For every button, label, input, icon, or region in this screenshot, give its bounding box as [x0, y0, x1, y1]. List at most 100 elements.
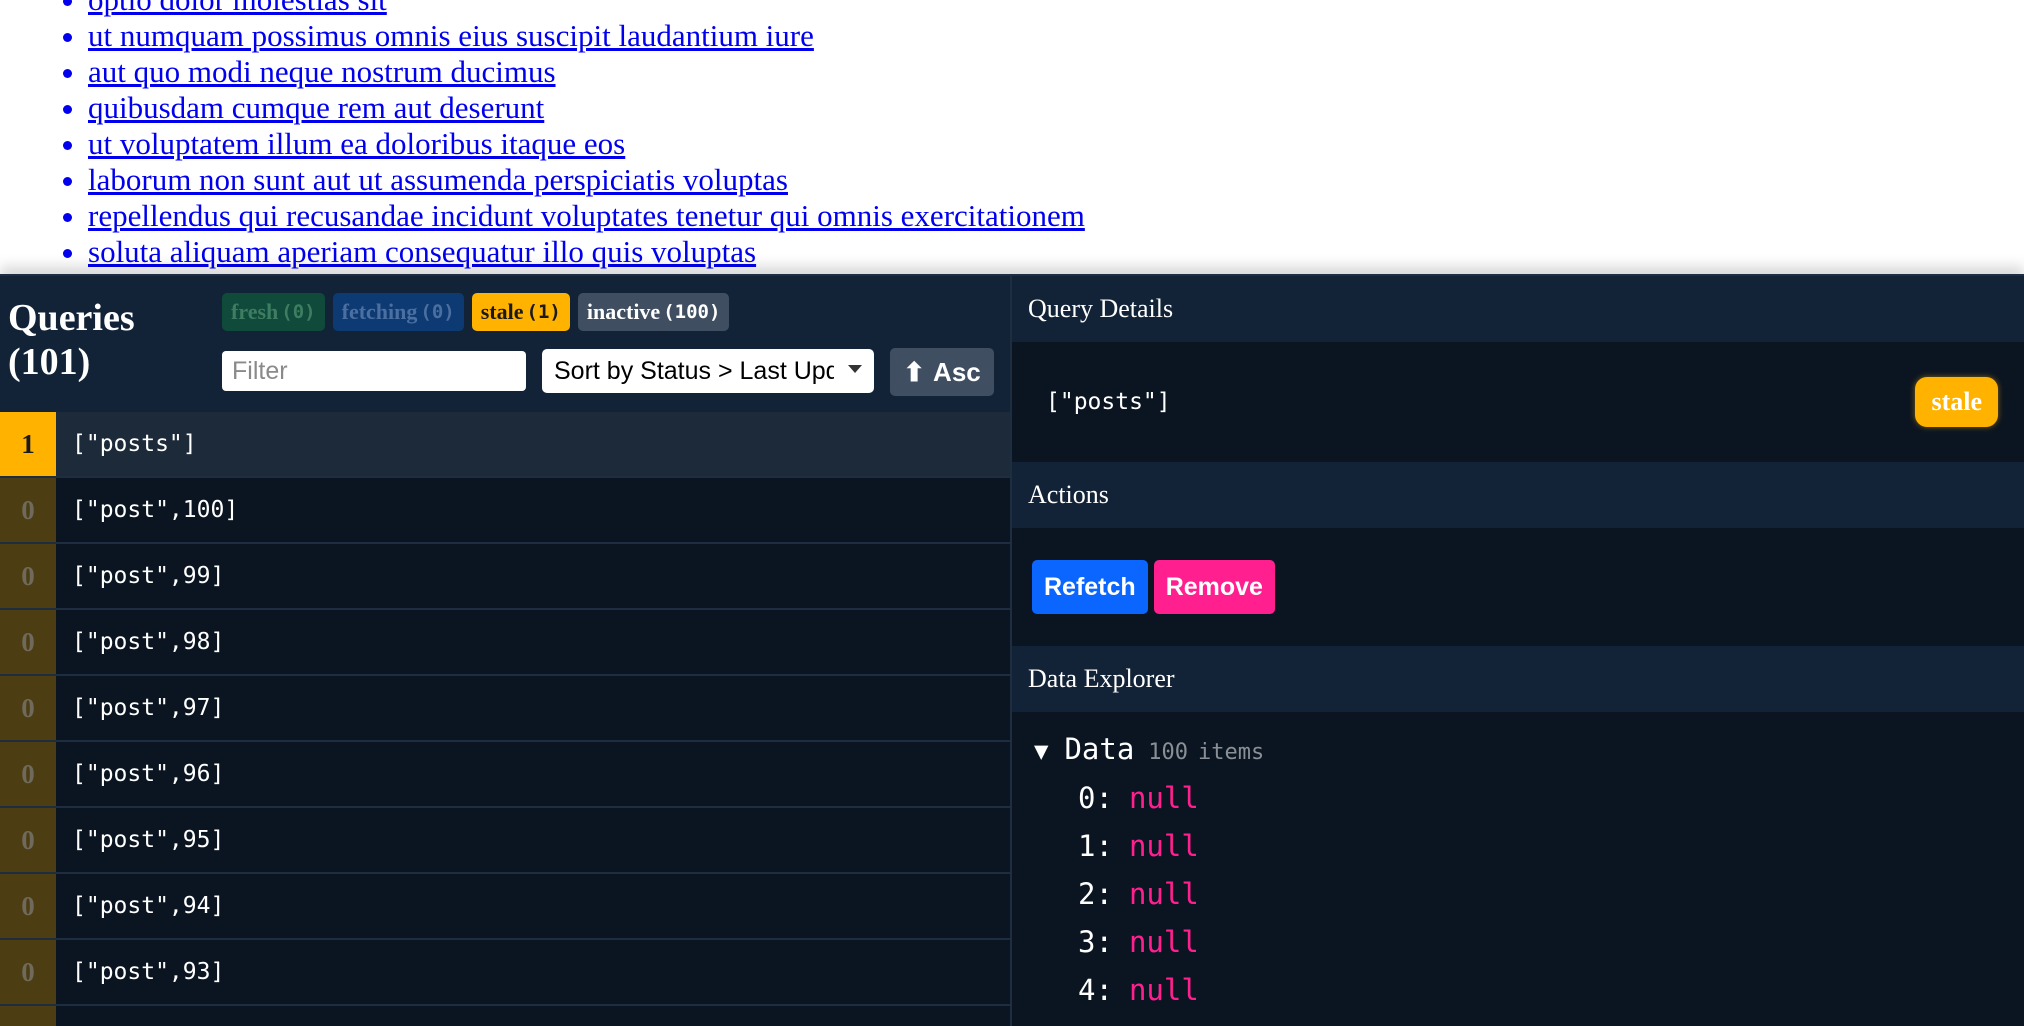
observer-count: 0 [0, 742, 56, 806]
post-link[interactable]: ut numquam possimus omnis eius suscipit … [88, 18, 814, 53]
query-details-header: Query Details [1012, 276, 2024, 342]
observer-count: 0 [0, 610, 56, 674]
observer-count: 0 [0, 676, 56, 740]
data-entry-key: 3 [1078, 925, 1113, 959]
data-item-count: 100 [1148, 740, 1189, 765]
query-row[interactable]: 0 ["post",99] [0, 544, 1010, 610]
data-entry-value: null [1128, 829, 1199, 863]
inactive-pill-count: 100 [663, 301, 720, 323]
query-key: ["post",100] [72, 497, 239, 523]
query-row[interactable]: 0 ["post",95] [0, 808, 1010, 874]
triangle-down-icon: ▼ [1034, 737, 1049, 765]
chevron-down-icon [848, 365, 862, 373]
query-row[interactable]: 0 ["post",93] [0, 940, 1010, 1006]
stale-pill-label: stale [480, 299, 524, 324]
fresh-pill-label: fresh [231, 299, 279, 324]
fresh-pill-count: 0 [281, 301, 315, 323]
data-explorer: ▼ Data 100 items 0 null 1 null 2 null 3 … [1012, 712, 2024, 1014]
query-row[interactable]: 0 ["post",96] [0, 742, 1010, 808]
sort-direction-label: Asc [933, 356, 981, 387]
list-item: soluta aliquam aperiam consequatur illo … [88, 234, 2024, 270]
query-devtools-panel: Queries 101 fresh0 fetching0 stale1 inac… [0, 274, 2024, 1026]
query-key: ["post",98] [72, 629, 225, 655]
inactive-pill: inactive100 [577, 293, 730, 331]
query-details-row: ["posts"] stale [1012, 342, 2024, 462]
post-link[interactable]: quibusdam cumque rem aut deserunt [88, 90, 544, 125]
observer-count [0, 1006, 56, 1026]
observer-count: 1 [0, 412, 56, 476]
data-explorer-header: Data Explorer [1012, 646, 2024, 712]
fresh-pill: fresh0 [222, 293, 325, 331]
query-key: ["post",93] [72, 959, 225, 985]
post-link[interactable]: optio dolor molestias sit [88, 0, 387, 17]
data-explorer-toggle[interactable]: ▼ Data 100 items [1034, 732, 2024, 774]
data-entry: 3 null [1078, 918, 2024, 966]
sort-select[interactable]: Sort by Status > Last Updated [542, 349, 874, 393]
list-item: repellendus qui recusandae incidunt volu… [88, 198, 2024, 234]
observer-count: 0 [0, 808, 56, 872]
actions-row: Refetch Remove [1012, 528, 2024, 646]
query-key: ["post",94] [72, 893, 225, 919]
sort-select-value: Sort by Status > Last Updated [554, 356, 834, 385]
list-item: laborum non sunt aut ut assumenda perspi… [88, 162, 2024, 198]
post-link[interactable]: soluta aliquam aperiam consequatur illo … [88, 234, 756, 269]
stale-pill-count: 1 [527, 301, 561, 323]
fetching-pill: fetching0 [332, 293, 464, 331]
query-row[interactable]: 0 ["post",97] [0, 676, 1010, 742]
query-row[interactable]: 0 ["post",98] [0, 610, 1010, 676]
fetching-pill-label: fetching [341, 299, 418, 324]
post-link[interactable]: ut voluptatem illum ea doloribus itaque … [88, 126, 625, 161]
data-explorer-label: Data [1064, 732, 1135, 766]
panel-title-label: Queries [8, 297, 135, 339]
list-item: quibusdam cumque rem aut deserunt [88, 90, 2024, 126]
query-details-pane: Query Details ["posts"] stale Actions Re… [1012, 276, 2024, 1026]
actions-header: Actions [1012, 462, 2024, 528]
list-item: aut quo modi neque nostrum ducimus [88, 54, 2024, 90]
data-entry-key: 1 [1078, 829, 1113, 863]
query-list-pane: Queries 101 fresh0 fetching0 stale1 inac… [0, 276, 1012, 1026]
query-list: 1 ["posts"] 0 ["post",100] 0 ["post",99]… [0, 412, 1010, 1026]
inactive-pill-label: inactive [586, 299, 661, 324]
list-item: ut voluptatem illum ea doloribus itaque … [88, 126, 2024, 162]
query-row[interactable]: 0 ["post",94] [0, 874, 1010, 940]
list-item: ut numquam possimus omnis eius suscipit … [88, 18, 2024, 54]
query-key: ["post",95] [72, 827, 225, 853]
query-row[interactable]: 1 ["posts"] [0, 412, 1010, 478]
status-badge: stale [1915, 377, 1998, 427]
query-key: ["post",97] [72, 695, 225, 721]
data-entry-value: null [1128, 973, 1199, 1007]
stale-pill: stale1 [471, 293, 570, 331]
query-key: ["post",96] [72, 761, 225, 787]
panel-title: Queries 101 [8, 296, 208, 384]
data-entry: 4 null [1078, 966, 2024, 1014]
data-entry-value: null [1128, 781, 1199, 815]
observer-count: 0 [0, 544, 56, 608]
query-key: ["posts"] [72, 431, 197, 457]
remove-button[interactable]: Remove [1153, 560, 1275, 614]
data-entry-key: 4 [1078, 973, 1113, 1007]
sort-direction-button[interactable]: ⬆ Asc [890, 348, 994, 396]
data-entry-key: 2 [1078, 877, 1113, 911]
post-link[interactable]: aut quo modi neque nostrum ducimus [88, 54, 556, 89]
observer-count: 0 [0, 940, 56, 1004]
query-list-header: Queries 101 fresh0 fetching0 stale1 inac… [0, 276, 1010, 412]
data-entry-value: null [1128, 925, 1199, 959]
refetch-button[interactable]: Refetch [1032, 560, 1148, 614]
post-link-list: optio dolor molestias sit ut numquam pos… [0, 0, 2024, 270]
data-entry: 0 null [1078, 774, 2024, 822]
post-link[interactable]: laborum non sunt aut ut assumenda perspi… [88, 162, 788, 197]
data-entry-value: null [1128, 877, 1199, 911]
post-link[interactable]: repellendus qui recusandae incidunt volu… [88, 198, 1085, 233]
list-item: optio dolor molestias sit [88, 0, 2024, 18]
selected-query-key: ["posts"] [1046, 389, 1171, 415]
query-row[interactable] [0, 1006, 1010, 1026]
filter-input[interactable] [222, 351, 526, 391]
query-key: ["post",99] [72, 563, 225, 589]
arrow-up-icon: ⬆ [903, 356, 926, 387]
fetching-pill-count: 0 [420, 301, 454, 323]
observer-count: 0 [0, 874, 56, 938]
panel-title-count: 101 [8, 340, 208, 384]
observer-count: 0 [0, 478, 56, 542]
data-entry-key: 0 [1078, 781, 1113, 815]
query-row[interactable]: 0 ["post",100] [0, 478, 1010, 544]
